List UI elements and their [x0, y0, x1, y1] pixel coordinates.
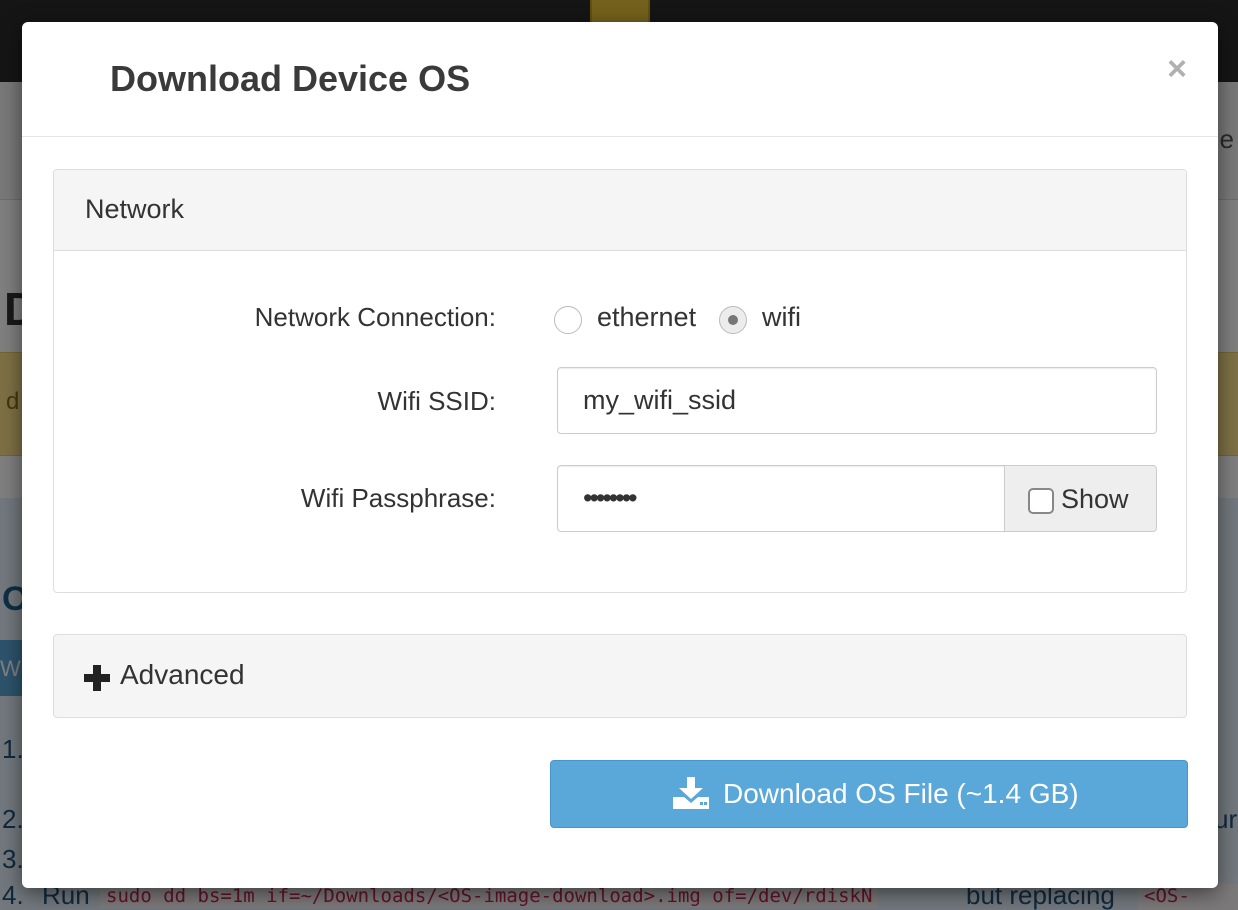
wifi-radio[interactable] — [719, 306, 747, 334]
close-icon[interactable]: × — [1162, 52, 1192, 86]
network-panel-heading: Network — [54, 170, 1186, 251]
plus-icon — [84, 665, 110, 691]
ethernet-radio[interactable] — [554, 306, 582, 334]
network-connection-label: Network Connection: — [254, 302, 496, 332]
advanced-panel-toggle[interactable]: Advanced — [53, 634, 1187, 718]
wifi-passphrase-input[interactable]: •••••••• — [557, 465, 1005, 532]
modal-title: Download Device OS — [110, 58, 471, 99]
ethernet-label[interactable]: ethernet — [597, 302, 696, 333]
show-password-addon[interactable]: Show — [1004, 465, 1157, 532]
show-password-label[interactable]: Show — [1061, 484, 1129, 515]
advanced-label: Advanced — [120, 659, 245, 690]
wifi-ssid-input[interactable]: my_wifi_ssid — [557, 367, 1157, 434]
show-password-checkbox[interactable] — [1028, 488, 1054, 514]
download-button-label: Download OS File (~1.4 GB) — [723, 778, 1079, 809]
network-panel-title: Network — [85, 194, 185, 224]
network-panel: Network Network Connection: ethernet wif… — [53, 169, 1187, 593]
modal-header: Download Device OS × — [22, 22, 1218, 137]
download-os-button[interactable]: Download OS File (~1.4 GB) — [550, 760, 1188, 828]
wifi-ssid-label: Wifi SSID: — [377, 386, 496, 416]
wifi-label[interactable]: wifi — [762, 302, 801, 333]
wifi-passphrase-label: Wifi Passphrase: — [300, 483, 496, 513]
download-os-modal: Download Device OS × Network Network Con… — [22, 22, 1218, 888]
download-icon — [673, 777, 709, 809]
